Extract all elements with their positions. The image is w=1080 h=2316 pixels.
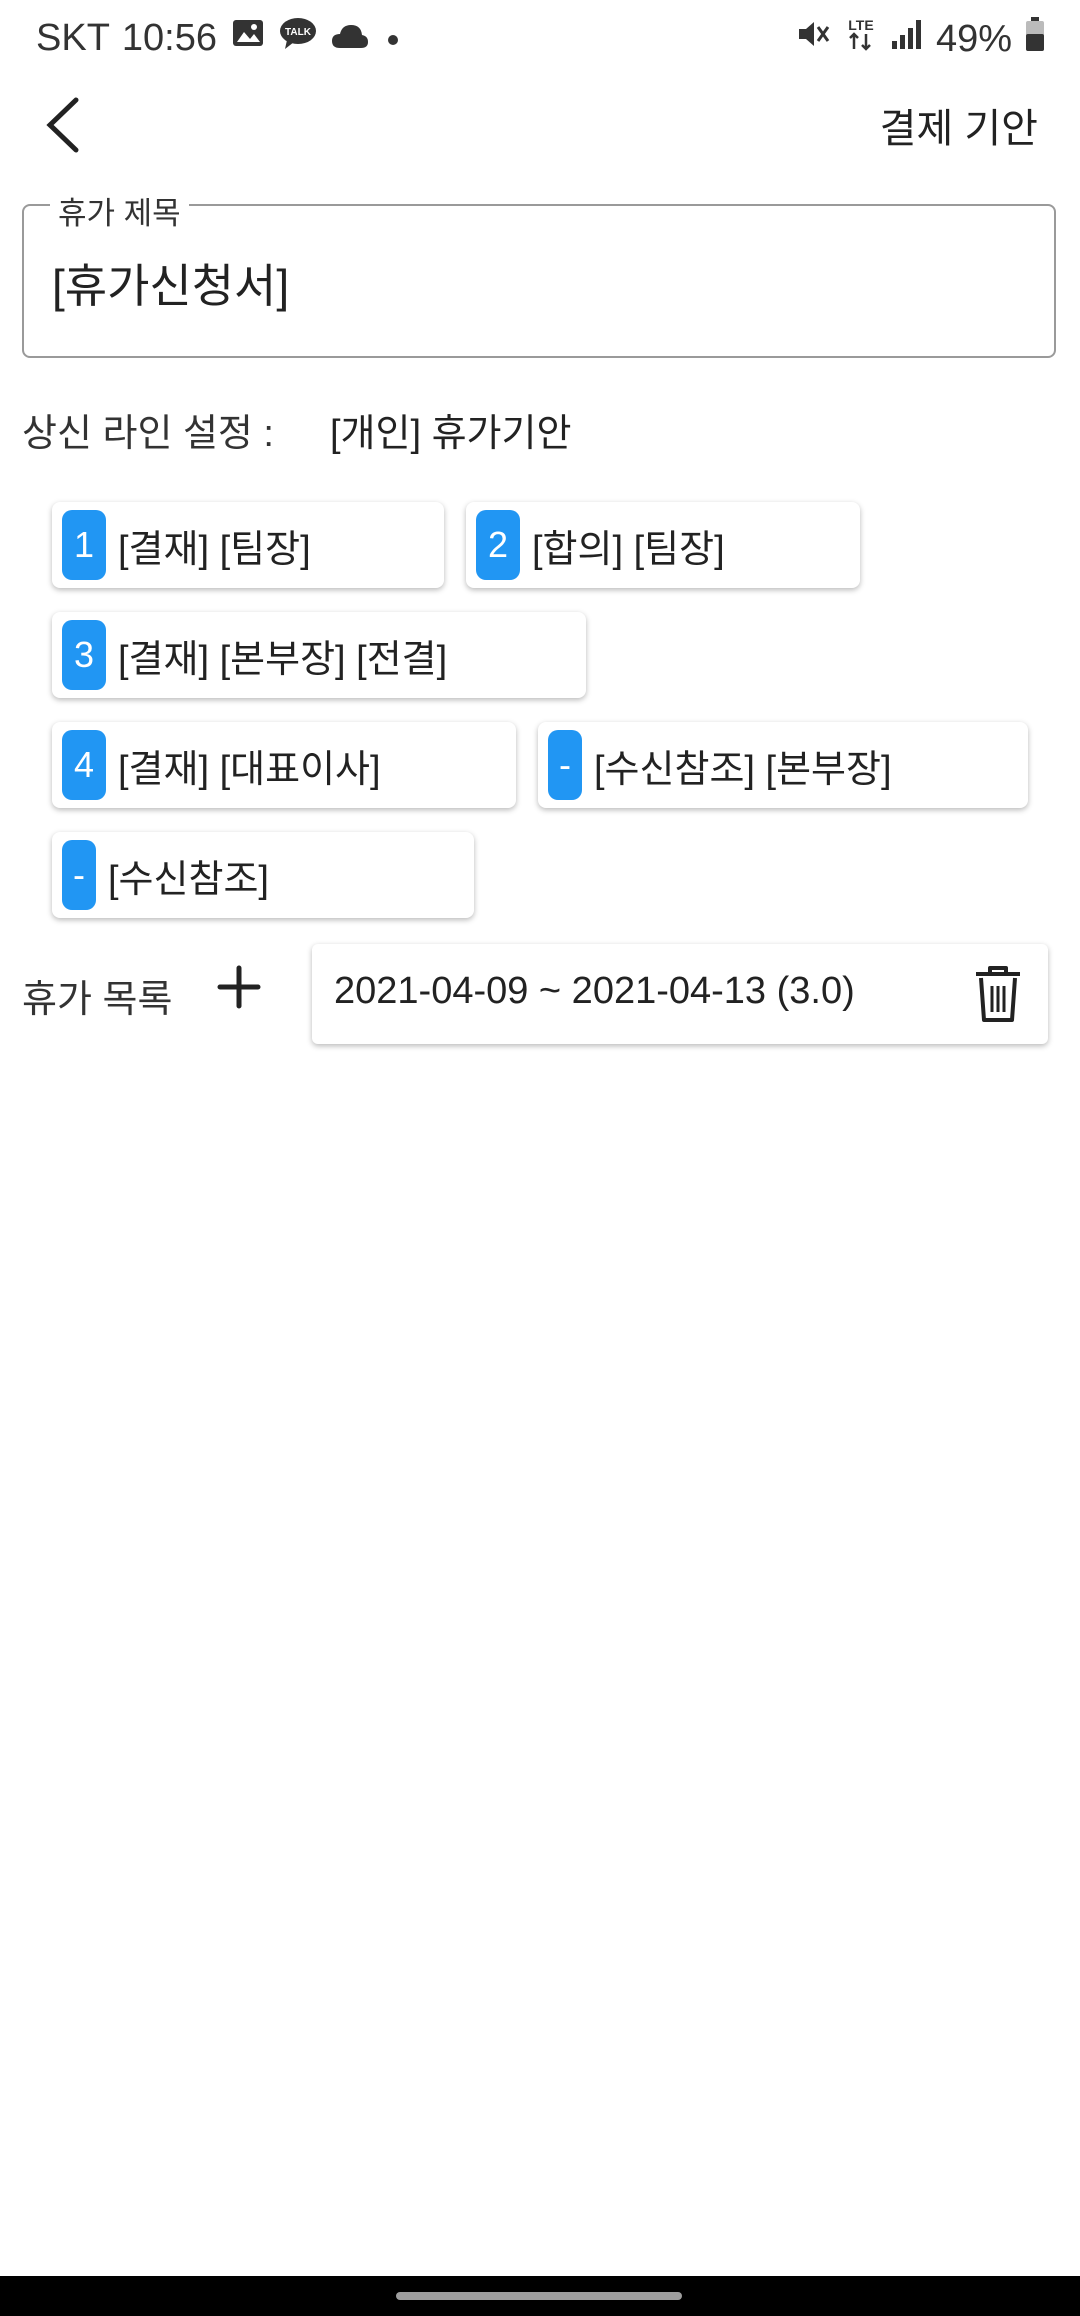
add-vacation-button[interactable]: [212, 960, 266, 1014]
trash-icon: [976, 966, 1020, 1022]
status-bar: SKT 10:56 TALK LTE 49%: [0, 0, 1080, 80]
approval-line-label: 상신 라인 설정 :: [22, 413, 274, 455]
order-badge: 2: [476, 510, 520, 580]
battery-icon: [1024, 16, 1046, 62]
submit-approval-button[interactable]: 결제 기안: [880, 96, 1038, 154]
approver-chip[interactable]: 3 [결재] [본부장] [전결]: [52, 612, 586, 698]
approver-text: [수신참조] [본부장]: [594, 748, 892, 791]
chevron-left-icon: [46, 97, 79, 153]
vacation-item[interactable]: 2021-04-09 ~ 2021-04-13 (3.0): [312, 944, 1048, 1044]
approver-chip[interactable]: 2 [합의] [팀장]: [466, 502, 860, 588]
title-field-label: 휴가 제목: [50, 188, 189, 233]
approver-text: [결재] [팀장]: [118, 528, 311, 571]
svg-text:TALK: TALK: [285, 27, 312, 38]
battery-percent: 49%: [935, 17, 1012, 60]
svg-text:LTE: LTE: [848, 17, 873, 33]
mute-icon: [796, 17, 832, 61]
talk-icon: TALK: [279, 16, 317, 60]
system-nav-bar: [0, 2276, 1080, 2316]
approver-text: [결재] [대표이사]: [118, 748, 381, 791]
approver-text: [수신참조]: [108, 858, 269, 901]
order-badge: -: [62, 840, 96, 910]
approver-text: [합의] [팀장]: [532, 528, 725, 571]
cloud-icon: [331, 17, 369, 60]
order-badge: 1: [62, 510, 106, 580]
order-badge: 3: [62, 620, 106, 690]
cc-chip[interactable]: - [수신참조] [본부장]: [538, 722, 1028, 808]
lte-icon: LTE: [844, 16, 878, 62]
approver-text: [결재] [본부장] [전결]: [118, 638, 448, 681]
back-button[interactable]: [38, 92, 92, 158]
title-field-value[interactable]: [휴가신청서]: [52, 250, 289, 316]
approval-line-value[interactable]: [개인] 휴가기안: [330, 402, 571, 457]
vacation-list-label: 휴가 목록: [22, 979, 173, 1021]
approver-chip[interactable]: 1 [결재] [팀장]: [52, 502, 444, 588]
dot-icon: [383, 17, 403, 60]
image-icon: [231, 16, 265, 60]
delete-vacation-button[interactable]: [972, 964, 1024, 1024]
order-badge: -: [548, 730, 582, 800]
status-right: LTE 49%: [784, 16, 1046, 62]
home-gesture-pill[interactable]: [396, 2292, 682, 2300]
plus-icon: [217, 965, 261, 1009]
approver-chip[interactable]: 4 [결재] [대표이사]: [52, 722, 516, 808]
carrier-label: SKT: [36, 16, 110, 59]
order-badge: 4: [62, 730, 106, 800]
cc-chip[interactable]: - [수신참조]: [52, 832, 474, 918]
vacation-period: 2021-04-09 ~ 2021-04-13 (3.0): [334, 970, 855, 1012]
signal-icon: [890, 17, 924, 61]
clock: 10:56: [121, 16, 217, 59]
status-left: SKT 10:56 TALK: [36, 16, 403, 60]
